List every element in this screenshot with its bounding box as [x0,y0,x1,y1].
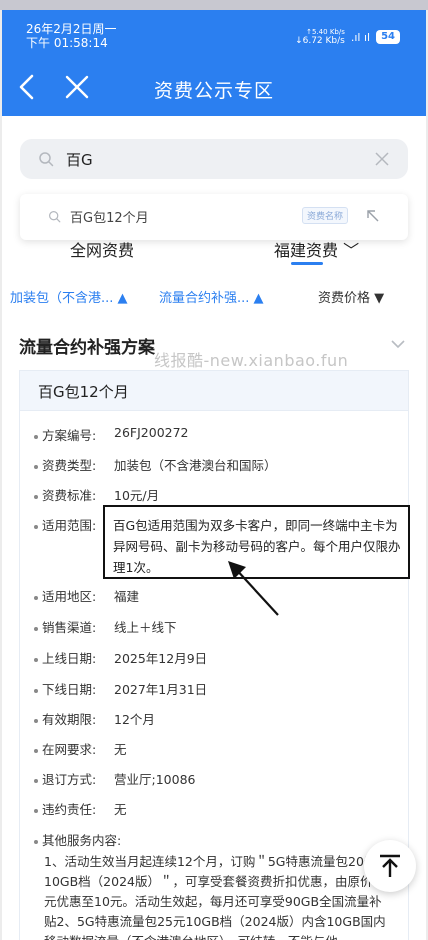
filter-addon[interactable]: 加装包（不含港... ▲ [10,287,128,306]
field-scope-label: 适用范围: [34,515,96,534]
status-datetime: 26年2月2日周一 下午 01:58:14 [26,22,117,50]
search-area: 百G 百G包12个月 资费名称 全网资费 福建资费 ﹀ 加装包（不含港... ▲… [2,116,426,321]
tab-nationwide[interactable]: 全网资费 [70,237,134,261]
suggestion-text: 百G包12个月 [70,211,149,226]
field-price: 资费标准: 10元/月 [34,485,159,504]
filter-bar: 加装包（不含港... ▲ 流量合约补强... ▲ 资费价格 ▼ [2,279,426,309]
search-icon [49,211,61,223]
field-validity: 有效期限: 12个月 [34,709,155,728]
field-offline-date: 下线日期: 2027年1月31日 [34,679,207,698]
field-channel: 销售渠道: 线上＋线下 [34,617,177,636]
field-other-label: 其他服务内容: [34,830,121,849]
clear-icon[interactable] [374,151,390,167]
download-speed: ↓6.72 Kb/s [295,36,345,46]
annotation-arrow-icon [228,561,279,616]
filter-contract[interactable]: 流量合约补强... ▲ [159,287,264,306]
filter-price[interactable]: 资费价格 ▼ [318,287,384,306]
search-suggestion[interactable]: 百G包12个月 资费名称 [20,194,408,240]
arrow-up-left-icon[interactable] [366,209,380,223]
chevron-down-icon[interactable] [390,339,406,349]
field-other-value: 1、活动生效当月起连续12个月，订购＂5G特惠流量包20元10GB档（2024版… [44,854,389,940]
tab-fujian[interactable]: 福建资费 ﹀ [274,237,359,261]
status-date: 26年2月2日周一 [26,22,117,36]
scroll-top-button[interactable] [364,840,416,892]
search-value: 百G [66,151,93,169]
status-indicators: ↑5.40 Kb/s ↓6.72 Kb/s .ıl ıl 54 [295,28,400,46]
network-speed: ↑5.40 Kb/s ↓6.72 Kb/s [295,28,345,46]
suggestion-badge: 资费名称 [302,207,349,224]
status-time: 下午 01:58:14 [26,36,108,50]
top-band [0,0,428,10]
tab-indicator [291,262,323,265]
field-online-date: 上线日期: 2025年12月9日 [34,648,207,667]
arrow-to-top-icon [380,854,400,877]
field-unsubscribe: 退订方式: 营业厅;10086 [34,769,195,788]
field-region: 适用地区: 福建 [34,586,139,605]
field-type: 资费类型: 加装包（不含港澳台和国际） [34,455,277,474]
field-plan-id: 方案编号: 26FJ200272 [34,425,189,444]
search-icon [39,152,54,167]
field-liability: 违约责任: 无 [34,799,127,818]
search-input[interactable]: 百G [20,139,408,179]
section-title: 流量合约补强方案 [19,338,155,358]
signal-icon: .ıl ıl [350,30,371,44]
battery-icon: 54 [376,30,400,44]
page-title: 资费公示专区 [153,80,274,102]
watermark: 线报酷-new.xianbao.fun [154,351,349,370]
plan-name: 百G包12个月 [20,371,408,411]
field-network-req: 在网要求: 无 [34,739,127,758]
app-header: 26年2月2日周一 下午 01:58:14 ↑5.40 Kb/s ↓6.72 K… [2,10,426,116]
